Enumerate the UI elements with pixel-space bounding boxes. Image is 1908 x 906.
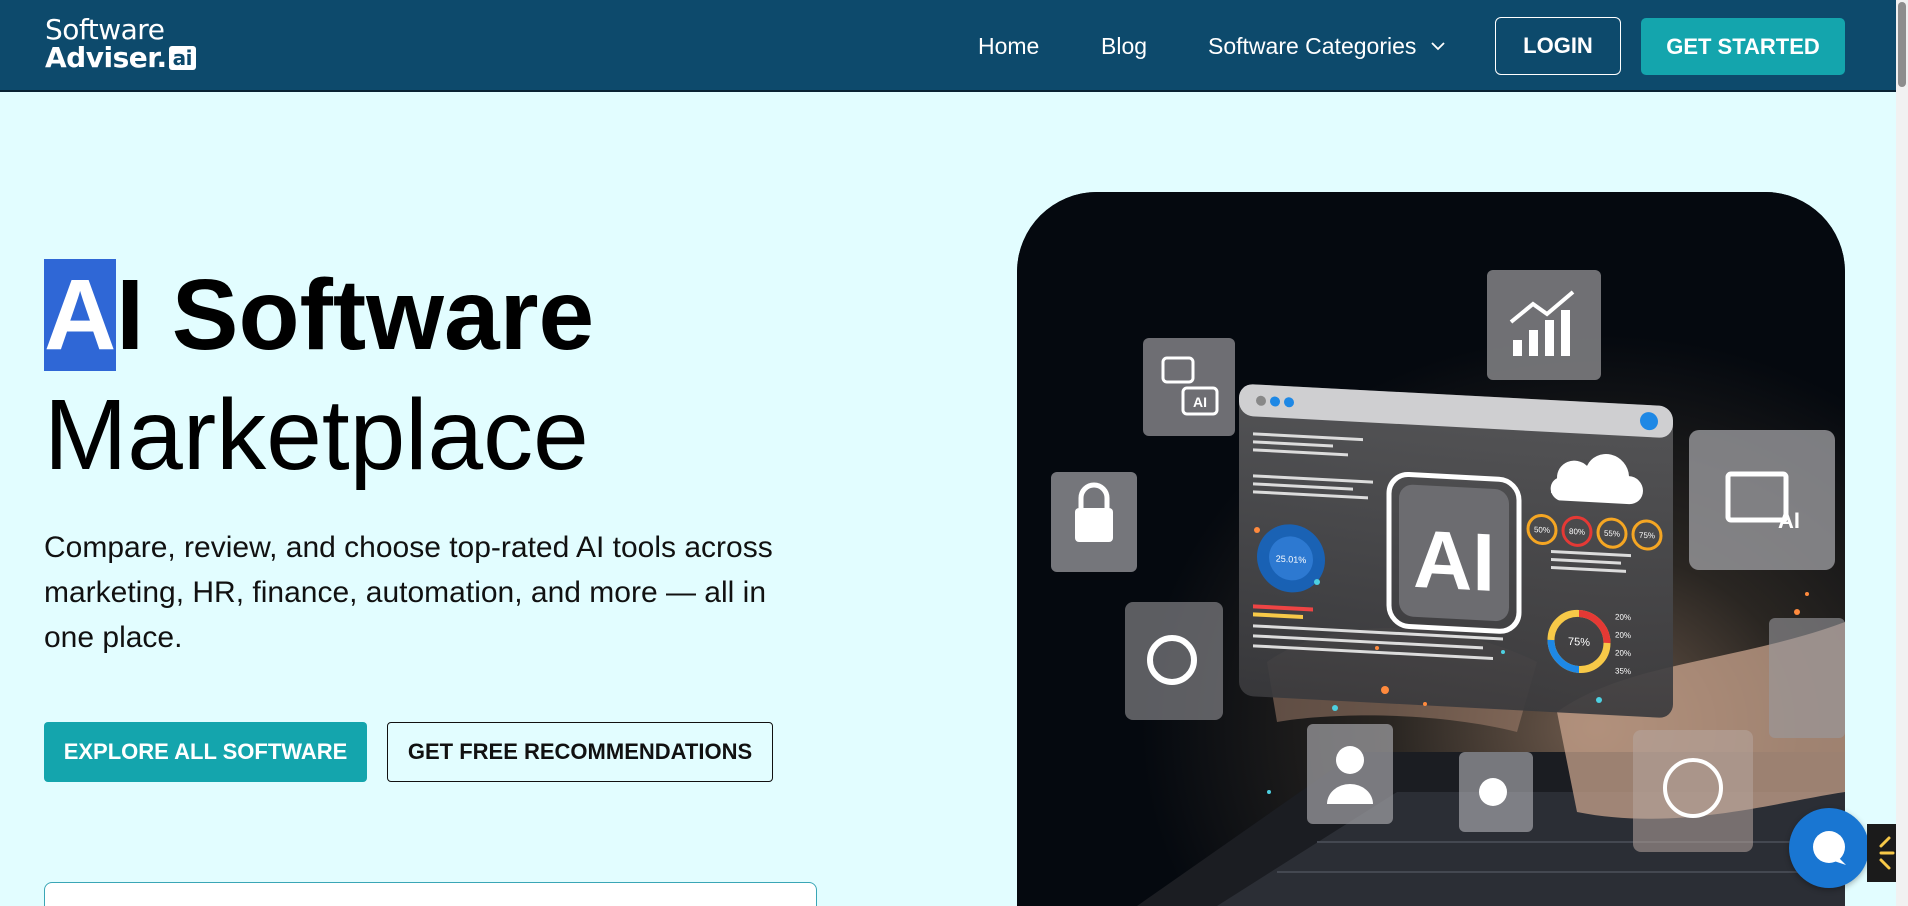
gauge-4: 75% bbox=[1639, 531, 1655, 541]
chat-bubble-icon bbox=[1813, 831, 1846, 865]
get-started-label: GET STARTED bbox=[1666, 33, 1820, 59]
chat-widget-button[interactable] bbox=[1789, 808, 1869, 888]
donut2-label: 75% bbox=[1568, 636, 1590, 649]
nav-blog[interactable]: Blog bbox=[1101, 0, 1147, 92]
lock-icon bbox=[1051, 472, 1137, 572]
login-button[interactable]: LOGIN bbox=[1495, 17, 1621, 75]
ai-illustration: 25.01% AI 50% 80% 55% 75% 75% 20% 20% 20… bbox=[1017, 192, 1845, 906]
legend-1: 20% bbox=[1615, 612, 1631, 622]
logo-line1: Software bbox=[45, 13, 165, 46]
get-free-recommendations-button[interactable]: GET FREE RECOMMENDATIONS bbox=[387, 722, 773, 782]
chat-chip-label: AI bbox=[1193, 394, 1207, 410]
site-logo[interactable]: Software Adviser. ai bbox=[45, 13, 197, 74]
chevron-down-icon bbox=[1431, 42, 1446, 51]
nav-software-categories[interactable]: Software Categories bbox=[1208, 0, 1446, 92]
explore-label: EXPLORE ALL SOFTWARE bbox=[63, 739, 348, 764]
hero-description: Compare, review, and choose top-rated AI… bbox=[44, 531, 773, 654]
gauge-3: 55% bbox=[1604, 529, 1620, 539]
hero-image: 25.01% AI 50% 80% 55% 75% 75% 20% 20% 20… bbox=[1017, 192, 1845, 906]
search-card bbox=[44, 882, 817, 906]
hero-title-line1: AI Software bbox=[44, 255, 744, 375]
gauge-2: 80% bbox=[1569, 527, 1585, 537]
hero-title: AI Software Marketplace bbox=[44, 255, 744, 495]
chart-icon bbox=[1487, 270, 1601, 380]
hero-title-line1-rest: I Software bbox=[116, 259, 595, 371]
globe-icon bbox=[1633, 730, 1753, 852]
login-label: LOGIN bbox=[1523, 33, 1593, 58]
nav-blog-label: Blog bbox=[1101, 32, 1148, 59]
logo-line2-text: Adviser. bbox=[45, 41, 167, 74]
donut-label: 25.01% bbox=[1276, 554, 1307, 566]
logo-line2: Adviser. ai bbox=[45, 41, 197, 74]
recommend-label: GET FREE RECOMMENDATIONS bbox=[407, 739, 753, 764]
text-selection: A bbox=[44, 259, 117, 371]
gallery-chip-label: AI bbox=[1778, 508, 1800, 533]
ai-badge-text: AI bbox=[1413, 514, 1495, 609]
sparkle-icon bbox=[1867, 824, 1896, 882]
explore-all-software-button[interactable]: EXPLORE ALL SOFTWARE bbox=[44, 722, 367, 782]
robot-icon bbox=[1459, 752, 1533, 832]
site-header: Software Adviser. ai Home Blog Software C… bbox=[0, 0, 1896, 92]
hero-title-line2: Marketplace bbox=[44, 379, 589, 491]
get-started-button[interactable]: GET STARTED bbox=[1641, 18, 1845, 75]
scrollbar-thumb[interactable] bbox=[1898, 2, 1906, 87]
legend-4: 35% bbox=[1615, 666, 1631, 676]
gallery-icon: AI bbox=[1689, 430, 1835, 570]
logo-badge: ai bbox=[168, 46, 197, 70]
page-scrollbar[interactable] bbox=[1896, 0, 1908, 906]
gear-icon bbox=[1125, 602, 1223, 720]
nav-home-label: Home bbox=[978, 32, 1040, 59]
chat-icon: AI bbox=[1143, 338, 1235, 436]
legend-2: 20% bbox=[1615, 630, 1631, 640]
nav-categories-label: Software Categories bbox=[1208, 32, 1417, 59]
nav-home[interactable]: Home bbox=[978, 0, 1039, 92]
user-icon bbox=[1307, 724, 1393, 824]
gauge-1: 50% bbox=[1534, 525, 1550, 535]
legend-3: 20% bbox=[1615, 648, 1631, 658]
